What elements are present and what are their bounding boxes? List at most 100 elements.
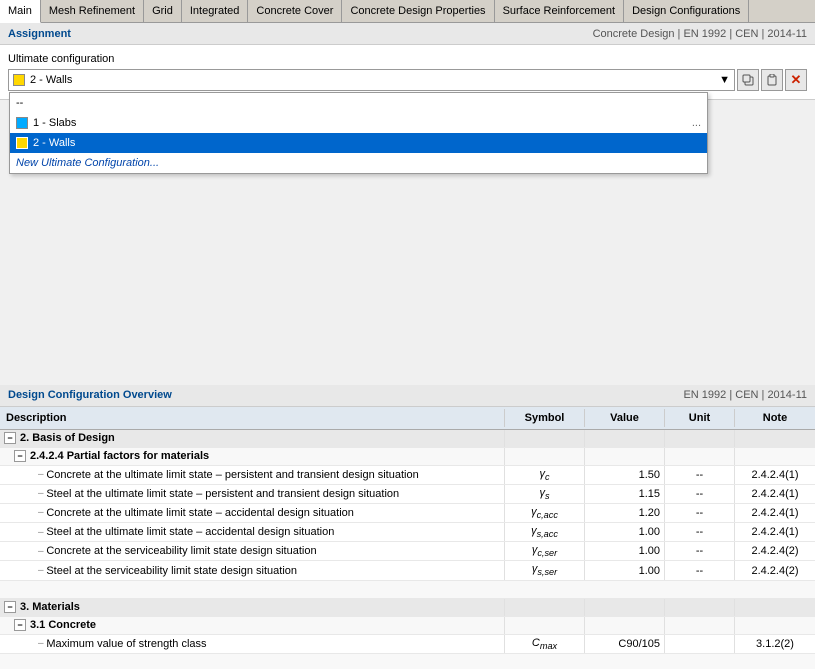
cell-value (585, 448, 665, 465)
cell-symbol: γc (505, 466, 585, 484)
table-row[interactable]: – Maximum value of strength class Cmax C… (0, 635, 815, 654)
cell-unit (665, 430, 735, 447)
cell-unit (665, 617, 735, 634)
cell-value (585, 599, 665, 616)
cell-note (735, 599, 815, 616)
tab-grid[interactable]: Grid (144, 0, 182, 22)
cell-symbol: Cmax (505, 635, 585, 653)
expand-icon[interactable]: − (4, 432, 16, 444)
cell-note: 2.4.2.4(1) (735, 504, 815, 522)
dropdown-item-none[interactable]: -- (10, 93, 707, 113)
dropdown-arrow: ▼ (719, 74, 730, 86)
config-table: Description Symbol Value Unit Note − 2. … (0, 407, 815, 669)
expand-icon[interactable]: − (4, 601, 16, 613)
cell-note: 2.4.2.4(1) (735, 466, 815, 484)
bottom-section: Design Configuration Overview EN 1992 | … (0, 385, 815, 669)
table-header: Description Symbol Value Unit Note (0, 407, 815, 430)
cell-symbol (505, 617, 585, 634)
cell-symbol: γs,acc (505, 523, 585, 541)
dropdown-item-slabs[interactable]: 1 - Slabs ... (10, 113, 707, 133)
tab-concrete-cover[interactable]: Concrete Cover (248, 0, 342, 22)
tab-design-config[interactable]: Design Configurations (624, 0, 749, 22)
table-row[interactable]: – Concrete at the ultimate limit state –… (0, 466, 815, 485)
cell-description: – Steel at the ultimate limit state – pe… (0, 485, 505, 503)
cell-unit: -- (665, 504, 735, 522)
cell-value (585, 617, 665, 634)
cell-description: – Concrete at the ultimate limit state –… (0, 466, 505, 484)
item-label: 2 - Walls (33, 137, 75, 149)
col-symbol: Symbol (505, 409, 585, 427)
dropdown-value: 2 - Walls (30, 74, 72, 86)
item-label: 1 - Slabs (33, 117, 76, 129)
expand-icon[interactable]: − (14, 450, 26, 462)
copy-button[interactable] (737, 69, 759, 91)
cell-note: 2.4.2.4(1) (735, 485, 815, 503)
cell-note: 3.1.2(2) (735, 635, 815, 653)
cell-symbol (505, 430, 585, 447)
cell-value: 1.00 (585, 561, 665, 579)
cell-symbol: γc,ser (505, 542, 585, 560)
cell-note: 2.4.2.4(1) (735, 523, 815, 541)
cell-description: – Concrete at the serviceability limit s… (0, 542, 505, 560)
overview-header: Design Configuration Overview EN 1992 | … (0, 385, 815, 407)
table-row[interactable]: − 3.1 Concrete (0, 617, 815, 635)
item-label: New Ultimate Configuration... (16, 157, 159, 169)
tab-surface-reinforcement[interactable]: Surface Reinforcement (495, 0, 625, 22)
cell-value: 1.00 (585, 523, 665, 541)
tab-mesh[interactable]: Mesh Refinement (41, 0, 144, 22)
dropdown-item-walls[interactable]: 2 - Walls (10, 133, 707, 153)
cell-description: – Steel at the ultimate limit state – ac… (0, 523, 505, 541)
table-row[interactable]: − 2. Basis of Design (0, 430, 815, 448)
table-body[interactable]: − 2. Basis of Design − 2.4.2.4 Partial f… (0, 430, 815, 669)
cell-description: − 3. Materials (0, 599, 505, 616)
cell-symbol (505, 448, 585, 465)
table-row[interactable]: − 2.4.2.4 Partial factors for materials (0, 448, 815, 466)
table-row[interactable]: – Concrete at the serviceability limit s… (0, 542, 815, 561)
cell-note (735, 430, 815, 447)
cell-unit: -- (665, 561, 735, 579)
col-unit: Unit (665, 409, 735, 427)
cell-description: − 2. Basis of Design (0, 430, 505, 447)
assignment-title: Assignment (8, 28, 71, 40)
cell-description: – Concrete at the ultimate limit state –… (0, 504, 505, 522)
cell-note (735, 617, 815, 634)
table-row[interactable]: – Steel at the serviceability limit stat… (0, 561, 815, 580)
ultimate-config-dropdown[interactable]: 2 - Walls ▼ -- 1 - Slabs ... 2 - Walls (8, 69, 735, 91)
assignment-header: Assignment Concrete Design | EN 1992 | C… (0, 23, 815, 45)
col-note: Note (735, 409, 815, 427)
dropdown-container: 2 - Walls ▼ -- 1 - Slabs ... 2 - Walls (8, 69, 807, 91)
table-row[interactable]: – Steel at the ultimate limit state – pe… (0, 485, 815, 504)
expand-icon[interactable]: − (14, 619, 26, 631)
cell-unit: -- (665, 466, 735, 484)
cell-unit (665, 599, 735, 616)
color-indicator (13, 74, 25, 86)
cell-description: − 3.1 Concrete (0, 617, 505, 634)
cell-unit: -- (665, 542, 735, 560)
dropdown-item-new[interactable]: New Ultimate Configuration... (10, 153, 707, 173)
tab-concrete-design[interactable]: Concrete Design Properties (342, 0, 494, 22)
cell-symbol (505, 599, 585, 616)
cell-symbol: γs (505, 485, 585, 503)
cell-value: 1.20 (585, 504, 665, 522)
tab-main[interactable]: Main (0, 0, 41, 23)
cell-unit: -- (665, 523, 735, 541)
cell-value: 1.15 (585, 485, 665, 503)
cell-description: – Steel at the serviceability limit stat… (0, 561, 505, 579)
cell-value: C90/105 (585, 635, 665, 653)
overview-title: Design Configuration Overview (8, 389, 172, 401)
col-value: Value (585, 409, 665, 427)
table-row[interactable]: − 3. Materials (0, 599, 815, 617)
ellipsis: ... (692, 117, 701, 129)
table-row-spacer (0, 654, 815, 669)
walls-color (16, 137, 28, 149)
cell-value (585, 430, 665, 447)
cell-unit (665, 635, 735, 653)
assignment-info: Concrete Design | EN 1992 | CEN | 2014-1… (593, 28, 807, 40)
table-row[interactable]: – Steel at the ultimate limit state – ac… (0, 523, 815, 542)
tab-integrated[interactable]: Integrated (182, 0, 249, 22)
cell-value: 1.00 (585, 542, 665, 560)
dropdown-menu: -- 1 - Slabs ... 2 - Walls New Ultimate … (9, 92, 708, 174)
table-row[interactable]: – Concrete at the ultimate limit state –… (0, 504, 815, 523)
paste-button[interactable] (761, 69, 783, 91)
delete-button[interactable]: ✕ (785, 69, 807, 91)
